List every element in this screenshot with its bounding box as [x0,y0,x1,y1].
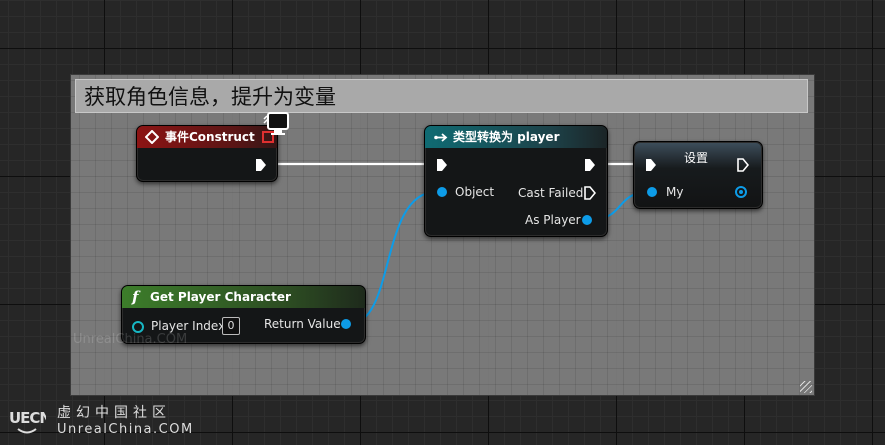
event-construct-title: 事件Construct [165,130,255,144]
logo-chinese-text: 虚幻中国社区 [57,405,171,421]
my-pin-label: My [666,185,684,199]
return-value-out-pin[interactable] [341,319,351,329]
cast-arrow-icon [434,133,448,142]
player-index-label: Player Index [151,319,226,333]
cast-header: 类型转换为 player [425,126,607,148]
set-exec-out-pin[interactable] [737,158,749,172]
watermark-text: UnrealChina.COM [73,332,188,347]
event-diamond-icon [145,130,159,144]
get-player-character-header: Get Player Character [122,286,365,308]
object-in-pin[interactable] [437,187,447,197]
cast-failed-label: Cast Failed [518,186,584,200]
as-player-out-pin[interactable] [582,215,592,225]
set-title: 设置 [684,151,709,165]
player-index-input[interactable]: 0 [222,317,240,335]
my-out-pin[interactable] [735,186,747,198]
cast-to-player-node[interactable]: 类型转换为 player Object Cast Failed As Playe… [424,125,608,237]
object-pin-label: Object [455,185,495,199]
my-in-pin[interactable] [647,187,657,197]
cast-exec-out-pin[interactable] [584,158,596,172]
svg-text:UECN: UECN [9,409,46,427]
logo-english-text: UnrealChina.COM [57,422,194,437]
function-icon: f [132,288,139,306]
set-variable-node[interactable]: 设置 My [633,141,763,209]
get-player-character-title: Get Player Character [150,290,291,304]
set-exec-in-pin[interactable] [645,158,657,172]
uecn-logo-icon: UECN [9,409,46,434]
cast-title: 类型转换为 player [453,130,560,144]
cast-failed-exec-pin[interactable] [584,186,596,200]
return-value-label: Return Value [264,317,341,331]
exec-out-pin[interactable] [255,158,267,172]
client-monitor-icon [263,112,289,135]
event-construct-node[interactable]: 事件Construct [136,125,278,182]
cast-exec-in-pin[interactable] [436,158,448,172]
as-player-label: As Player [525,213,581,227]
